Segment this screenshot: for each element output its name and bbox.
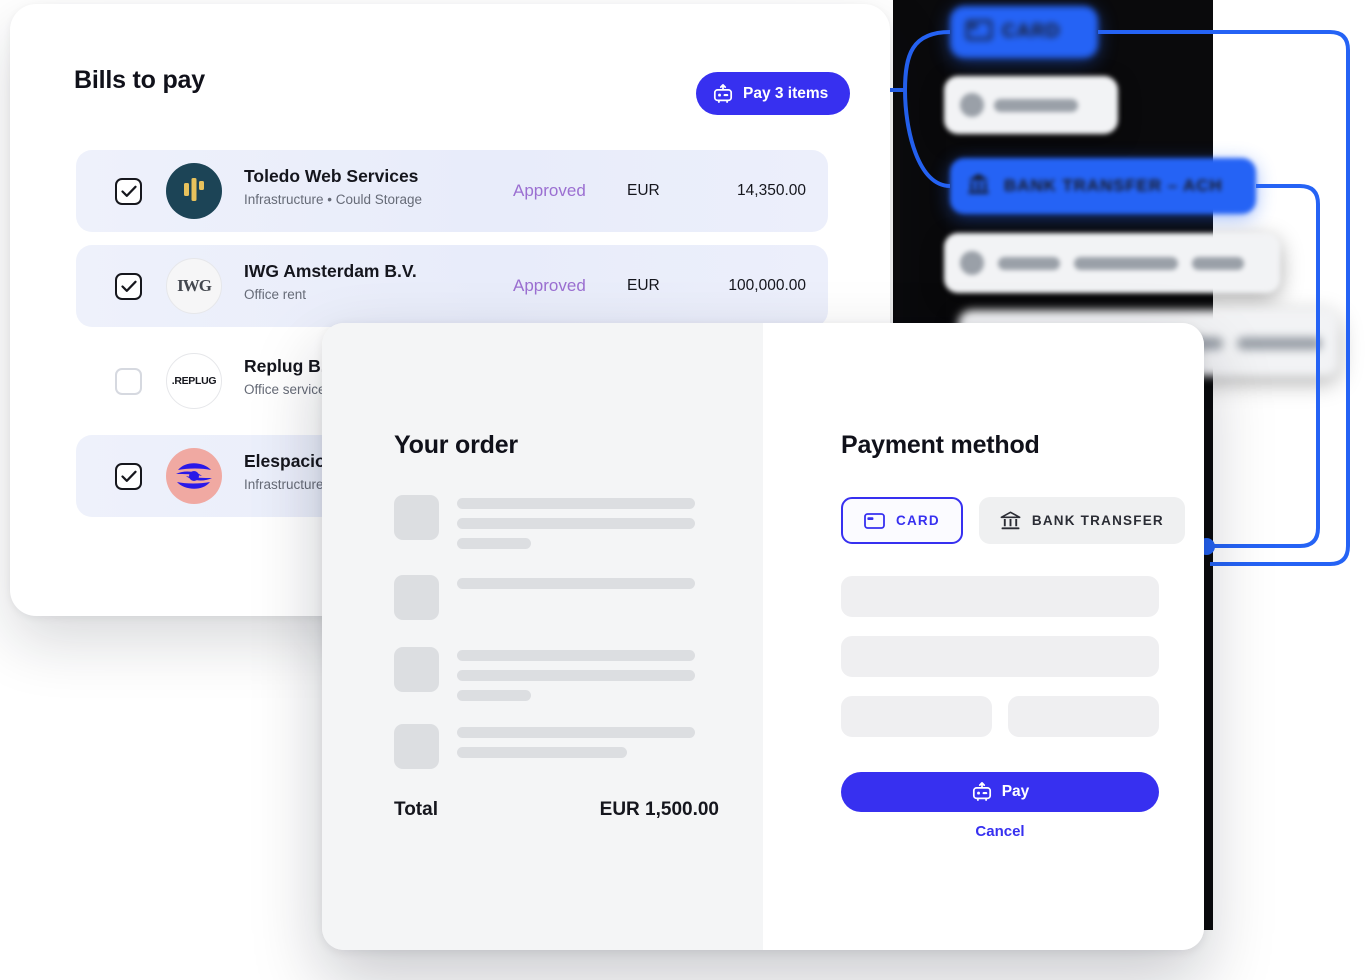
order-skeleton-row (394, 495, 695, 549)
skeleton-line (457, 690, 531, 701)
order-skeleton-row (394, 575, 695, 620)
payment-method-pane: Payment method CARD BANK TRANSFER Pay Ca… (763, 323, 1204, 950)
robot-pay-icon (971, 782, 993, 802)
bill-amount: 100,000.00 (728, 277, 806, 294)
pay-button-label: Pay (1001, 783, 1030, 800)
pay-button[interactable]: Pay (841, 772, 1159, 812)
payment-method-bank-label: BANK TRANSFER (1031, 513, 1164, 528)
skeleton-thumb (394, 724, 439, 769)
status-badge: Approved (513, 276, 586, 295)
bank-icon (1000, 511, 1021, 531)
chip-bank-transfer-ach[interactable]: BANK TRANSFER – ACH (950, 158, 1256, 214)
chip-placeholder-bar (1074, 256, 1178, 270)
page-title: Bills to pay (74, 66, 205, 94)
bill-subtitle: Office services (244, 382, 333, 397)
total-value: EUR 1,500.00 (599, 799, 719, 820)
skeleton-line (457, 650, 695, 661)
dot-icon (960, 93, 984, 117)
row-checkbox[interactable] (115, 367, 142, 395)
bill-amount: 14,350.00 (737, 182, 806, 199)
chip-card[interactable]: CARD (950, 6, 1098, 58)
payment-method-selector: CARD BANK TRANSFER (841, 497, 1185, 544)
skeleton-thumb (394, 647, 439, 692)
robot-pay-icon (712, 83, 734, 104)
chip-placeholder-bar (1236, 336, 1322, 350)
pay-items-button[interactable]: Pay 3 items (696, 72, 851, 115)
payment-method-bank-transfer[interactable]: BANK TRANSFER (978, 497, 1185, 544)
screenshot-root: CARD BANK TRANSFER – ACH Bills to pay Pa… (0, 0, 1365, 980)
payment-method-card-label: CARD (896, 513, 940, 528)
skeleton-line (457, 727, 695, 738)
payment-method-card[interactable]: CARD (841, 497, 963, 544)
your-order-pane: Your order Total EUR 1,500.00 (322, 323, 763, 950)
replug-logo: .REPLUG (166, 353, 222, 409)
row-checkbox[interactable] (115, 462, 142, 490)
row-checkbox[interactable] (115, 177, 142, 205)
skeleton-line (457, 670, 695, 681)
chip-placeholder-bar (998, 256, 1060, 270)
bill-subtitle: Infrastructure • Could Storage (244, 192, 423, 207)
skeleton-line (457, 578, 695, 589)
order-skeleton-row (394, 724, 695, 769)
order-skeleton-row (394, 647, 695, 701)
payment-field-2[interactable] (841, 636, 1159, 677)
table-row[interactable]: IWG IWG Amsterdam B.V. Office rent Appro… (76, 245, 828, 327)
bill-name: Elespacio (244, 451, 326, 471)
skeleton-thumb (394, 575, 439, 620)
credit-card-icon (864, 512, 885, 529)
checkout-modal: Your order Total EUR 1,500.00 Payment me… (322, 323, 1204, 950)
skeleton-line (457, 518, 695, 529)
table-row[interactable]: Toledo Web Services Infrastructure • Cou… (76, 150, 828, 232)
dot-icon (960, 251, 984, 275)
bill-currency: EUR (627, 182, 660, 199)
bill-subtitle: Office rent (244, 287, 307, 302)
credit-card-icon (965, 19, 993, 44)
skeleton-line (457, 747, 627, 758)
cancel-button[interactable]: Cancel (841, 823, 1159, 840)
bank-icon (966, 172, 991, 200)
order-title: Your order (394, 431, 518, 459)
payment-title: Payment method (841, 431, 1040, 459)
iwg-logo: IWG (166, 258, 222, 314)
status-badge: Approved (513, 181, 586, 200)
bill-name: Toledo Web Services (244, 166, 419, 186)
payment-field-3[interactable] (841, 696, 992, 737)
skeleton-thumb (394, 495, 439, 540)
bill-name: IWG Amsterdam B.V. (244, 261, 417, 281)
skeleton-line (457, 538, 531, 549)
total-label: Total (394, 799, 438, 820)
chip-placeholder-bar (994, 98, 1078, 112)
pay-items-label: Pay 3 items (743, 84, 829, 102)
elespacio-logo (166, 448, 222, 504)
bill-currency: EUR (627, 277, 660, 294)
chip-card-label: CARD (1002, 21, 1061, 42)
row-checkbox[interactable] (115, 272, 142, 300)
bill-subtitle: Infrastructure (244, 477, 324, 492)
skeleton-line (457, 498, 695, 509)
payment-field-4[interactable] (1008, 696, 1159, 737)
chip-bank-label: BANK TRANSFER – ACH (1004, 176, 1223, 195)
chip-obscured-2[interactable] (944, 233, 1280, 293)
toledo-logo (166, 163, 222, 219)
payment-field-1[interactable] (841, 576, 1159, 617)
chip-obscured-1[interactable] (944, 76, 1118, 134)
chip-placeholder-bar (1192, 256, 1244, 270)
